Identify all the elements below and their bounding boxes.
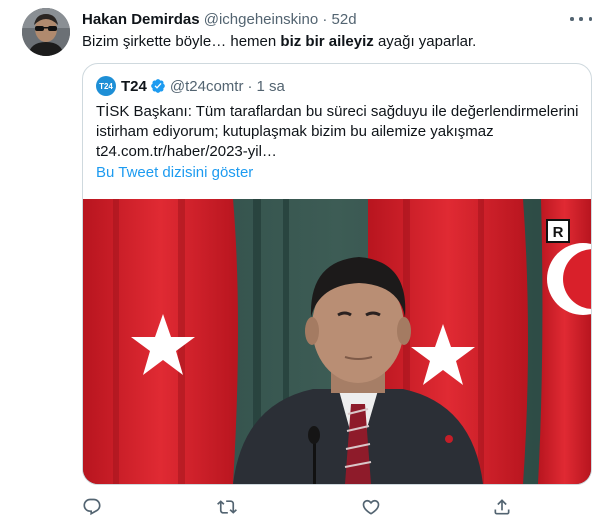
share-icon[interactable] bbox=[492, 497, 512, 517]
quote-text: TİSK Başkanı: Tüm taraflardan bu süreci … bbox=[96, 102, 581, 162]
like-icon[interactable] bbox=[361, 497, 381, 517]
quote-separator: · bbox=[247, 77, 253, 95]
retweet-icon[interactable] bbox=[217, 497, 237, 517]
quote-text-line: istirham ediyorum; kutuplaşmak bizim bu … bbox=[96, 123, 494, 140]
header-separator: · bbox=[322, 11, 328, 28]
tweet-text-start: Bizim şirkette böyle… hemen bbox=[82, 33, 281, 50]
author-handle[interactable]: @ichgeheinskino bbox=[204, 11, 318, 28]
quote-avatar[interactable]: T24 bbox=[96, 76, 116, 96]
media-badge: R bbox=[553, 224, 564, 241]
tweet-text-bold: biz bir aileyiz bbox=[280, 33, 374, 50]
quoted-tweet[interactable]: T24 T24 @t24comtr · 1 sa TİSK Başkanı: T… bbox=[82, 63, 592, 485]
tweet-text: Bizim şirkette böyle… hemen biz bir aile… bbox=[82, 32, 476, 52]
tweet-text-end: ayağı yaparlar. bbox=[373, 33, 477, 50]
more-icon[interactable] bbox=[570, 10, 592, 28]
quote-timestamp[interactable]: 1 sa bbox=[256, 78, 284, 95]
quote-header: T24 T24 @t24comtr · 1 sa bbox=[96, 76, 285, 96]
show-thread-link[interactable]: Bu Tweet dizisini göster bbox=[96, 164, 253, 181]
tweet-card[interactable]: Hakan Demirdas @ichgeheinskino · 52d Biz… bbox=[0, 0, 607, 522]
quote-link[interactable]: t24.com.tr/haber/2023-yil… bbox=[96, 142, 581, 162]
author-avatar[interactable] bbox=[22, 8, 70, 56]
quote-author-handle[interactable]: @t24comtr bbox=[170, 78, 244, 95]
quote-media-image[interactable]: R bbox=[83, 199, 591, 484]
author-name[interactable]: Hakan Demirdas bbox=[82, 11, 200, 28]
verified-icon bbox=[151, 79, 165, 93]
quote-author-name[interactable]: T24 bbox=[121, 78, 147, 95]
reply-icon[interactable] bbox=[82, 497, 102, 517]
tweet-actions bbox=[82, 497, 590, 517]
quote-text-line: TİSK Başkanı: Tüm taraflardan bu süreci … bbox=[96, 103, 579, 120]
tweet-header: Hakan Demirdas @ichgeheinskino · 52d bbox=[82, 10, 357, 30]
tweet-timestamp[interactable]: 52d bbox=[332, 11, 357, 28]
